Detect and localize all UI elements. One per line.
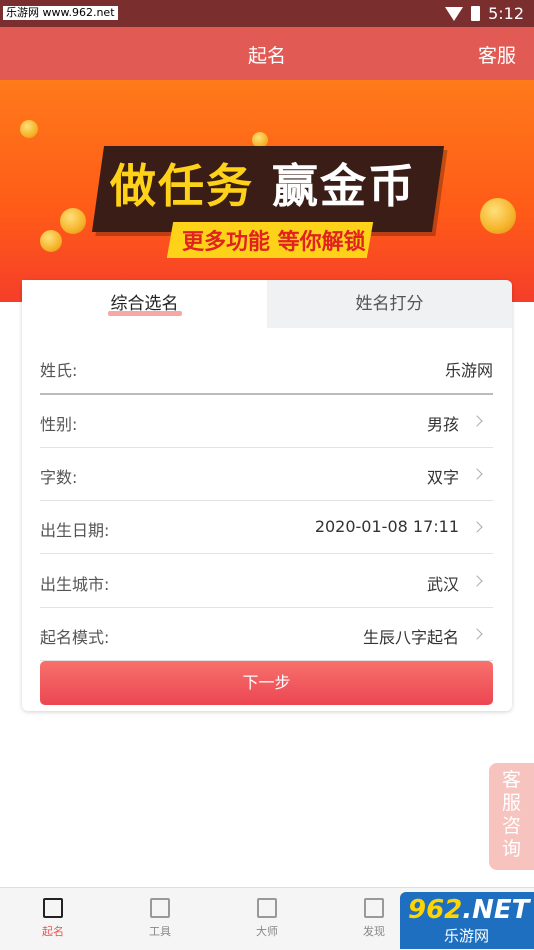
field-value: 生辰八字起名 bbox=[362, 628, 459, 647]
birth-city-row[interactable]: 出生城市: 武汉 bbox=[40, 554, 493, 608]
float-char: 咨 bbox=[501, 815, 521, 837]
field-value: 2020-01-08 17:11 bbox=[314, 517, 459, 536]
status-right: 5:12 bbox=[445, 4, 524, 23]
chevron-right-icon bbox=[471, 521, 483, 533]
customer-service-button[interactable]: 客服 bbox=[478, 41, 516, 68]
edit-icon bbox=[43, 898, 63, 918]
field-label: 起名模式: bbox=[40, 628, 110, 647]
coin-icon bbox=[60, 208, 86, 234]
gender-row[interactable]: 性别: 男孩 bbox=[40, 394, 493, 448]
float-char: 客 bbox=[501, 769, 521, 791]
watermark-logo: 962.NET bbox=[408, 895, 529, 925]
tab-strip: 综合选名 姓名打分 bbox=[22, 280, 512, 328]
tabbar-item-discover[interactable]: 发现 bbox=[344, 888, 404, 939]
banner-headline-part2: 赢金币 bbox=[272, 159, 417, 213]
promo-banner[interactable]: 做任务 赢金币 更多功能 等你解锁 bbox=[0, 80, 534, 302]
tabbar-item-naming[interactable]: 起名 bbox=[23, 888, 83, 939]
page-title: 起名 bbox=[247, 45, 286, 67]
floating-service-button[interactable]: 客 服 咨 询 bbox=[489, 763, 534, 870]
app-header: 起名 客服 bbox=[0, 27, 534, 80]
field-label: 姓氏: bbox=[40, 361, 78, 380]
battery-icon bbox=[471, 6, 481, 21]
field-label: 出生日期: bbox=[40, 521, 110, 540]
surname-input-value[interactable]: 乐游网 bbox=[445, 357, 493, 381]
coin-icon bbox=[40, 230, 62, 252]
field-value: 双字 bbox=[426, 468, 459, 487]
watermark-name: 乐游网 bbox=[444, 927, 490, 945]
wifi-icon bbox=[445, 6, 464, 21]
chevron-right-icon bbox=[471, 468, 483, 480]
coin-icon bbox=[20, 120, 38, 138]
tabbar-label: 发现 bbox=[363, 925, 385, 938]
tabbar-label: 工具 bbox=[149, 925, 171, 938]
field-label: 字数: bbox=[40, 468, 78, 487]
status-site-label: 乐游网 www.962.net bbox=[3, 6, 118, 20]
watermark-suffix: .NET bbox=[462, 895, 530, 925]
coin-icon bbox=[480, 198, 516, 234]
master-icon bbox=[257, 898, 277, 918]
naming-mode-row[interactable]: 起名模式: 生辰八字起名 bbox=[40, 607, 493, 661]
field-value: 武汉 bbox=[426, 575, 459, 594]
chevron-right-icon bbox=[471, 575, 483, 587]
chevron-right-icon bbox=[471, 628, 483, 640]
tabbar-label: 起名 bbox=[42, 925, 64, 938]
naming-form-card: 综合选名 姓名打分 姓氏: 乐游网 性别: 男孩 字数: 双字 出生日期: 20… bbox=[22, 280, 512, 711]
banner-subtitle: 更多功能 等你解锁 bbox=[182, 230, 366, 255]
char-count-row[interactable]: 字数: 双字 bbox=[40, 447, 493, 501]
next-step-button[interactable]: 下一步 bbox=[40, 661, 493, 705]
tabbar-label: 大师 bbox=[256, 925, 278, 938]
banner-headline-part1: 做任务 bbox=[110, 159, 254, 213]
chevron-right-icon bbox=[471, 415, 483, 427]
field-label: 出生城市: bbox=[40, 575, 110, 594]
field-label: 性别: bbox=[40, 415, 78, 434]
status-time: 5:12 bbox=[488, 4, 524, 23]
tab-label: 姓名打分 bbox=[355, 294, 424, 314]
tab-label: 综合选名 bbox=[110, 294, 179, 314]
discover-icon bbox=[364, 898, 384, 918]
tab-comprehensive[interactable]: 综合选名 bbox=[22, 280, 267, 328]
tabbar-item-tools[interactable]: 工具 bbox=[130, 888, 190, 939]
site-watermark: 962.NET 乐游网 bbox=[400, 892, 534, 949]
status-bar: 乐游网 www.962.net 5:12 bbox=[0, 0, 534, 27]
float-char: 服 bbox=[501, 792, 521, 814]
float-char: 询 bbox=[501, 838, 521, 860]
tools-icon bbox=[150, 898, 170, 918]
tab-name-score[interactable]: 姓名打分 bbox=[267, 280, 512, 328]
watermark-number: 962 bbox=[408, 895, 463, 925]
banner-headline: 做任务 赢金币 bbox=[110, 150, 416, 216]
field-value: 男孩 bbox=[426, 415, 459, 434]
birth-date-row[interactable]: 出生日期: 2020-01-08 17:11 bbox=[40, 500, 493, 554]
tabbar-item-master[interactable]: 大师 bbox=[237, 888, 297, 939]
surname-field[interactable]: 姓氏: 乐游网 bbox=[40, 340, 493, 395]
